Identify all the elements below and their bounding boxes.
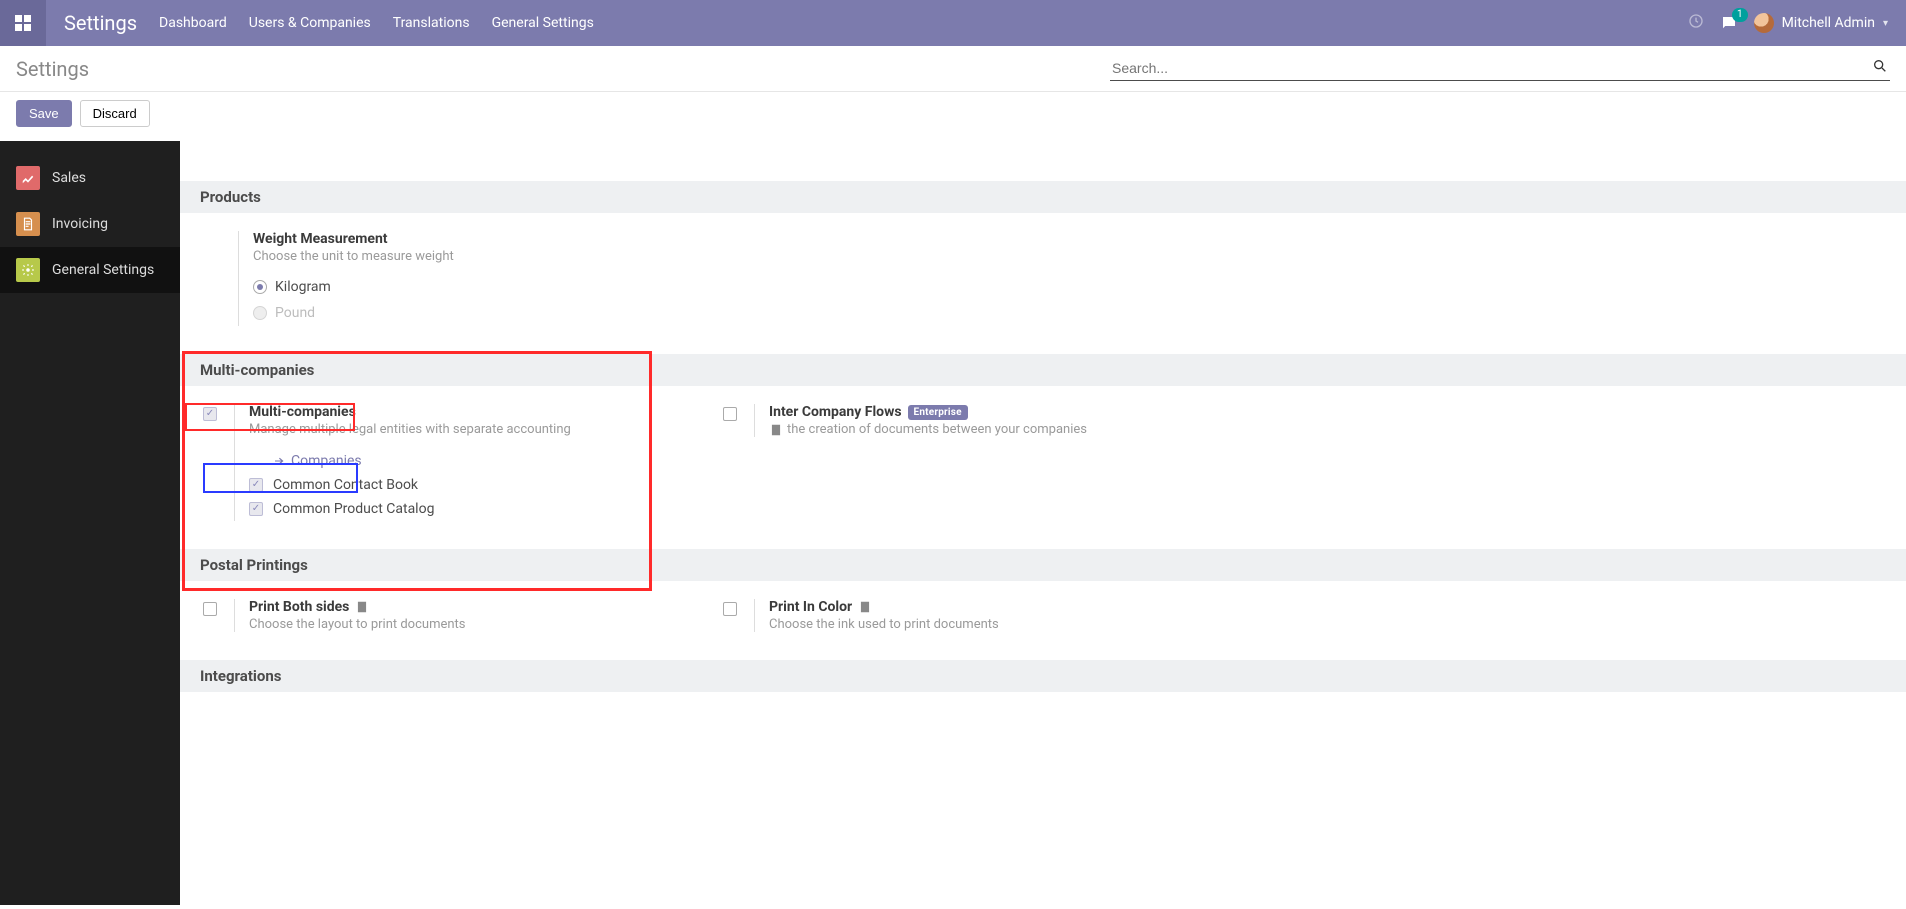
section-header-products: Products	[180, 181, 1906, 213]
control-bar: Settings	[0, 46, 1906, 92]
arrow-right-icon	[273, 455, 285, 467]
section-header-multi: Multi-companies	[180, 354, 1906, 386]
inter-company-desc: the creation of documents between your c…	[787, 422, 1087, 437]
chat-badge: 1	[1732, 8, 1748, 22]
settings-sidebar: Sales Invoicing General Settings	[0, 141, 180, 905]
app-name: Settings	[46, 11, 155, 35]
main-layout: Sales Invoicing General Settings Product…	[0, 141, 1906, 905]
sidebar-item-general-settings[interactable]: General Settings	[0, 247, 180, 293]
checkbox-multi-companies[interactable]	[203, 407, 217, 421]
enterprise-badge: Enterprise	[908, 405, 968, 420]
print-color-title: Print In Color	[769, 599, 852, 615]
page-title: Settings	[16, 57, 89, 81]
button-row: Save Discard	[0, 92, 1906, 141]
apps-icon	[15, 15, 31, 31]
companies-link-label: Companies	[291, 453, 362, 469]
print-color-desc: Choose the ink used to print documents	[769, 617, 1200, 632]
invoicing-icon	[16, 212, 40, 236]
apps-button[interactable]	[0, 0, 46, 46]
discard-button[interactable]: Discard	[80, 100, 150, 127]
radio-pound[interactable]: Pound	[253, 300, 1886, 326]
menu-general-settings[interactable]: General Settings	[492, 15, 594, 31]
multi-companies-desc: Manage multiple legal entities with sepa…	[249, 422, 680, 437]
sidebar-item-label: General Settings	[52, 262, 154, 278]
checkbox-common-contact[interactable]	[249, 478, 263, 492]
print-both-desc: Choose the layout to print documents	[249, 617, 680, 632]
multi-companies-title: Multi-companies	[249, 404, 680, 420]
menu-translations[interactable]: Translations	[393, 15, 470, 31]
building-icon	[769, 423, 783, 437]
checkbox-common-product[interactable]	[249, 502, 263, 516]
checkbox-inter-company[interactable]	[723, 407, 737, 421]
messaging-button[interactable]: 1	[1720, 14, 1738, 32]
radio-dot-icon	[253, 306, 267, 320]
radio-dot-icon	[253, 280, 267, 294]
top-nav: Settings Dashboard Users & Companies Tra…	[0, 0, 1906, 46]
search-input[interactable]	[1110, 56, 1890, 80]
section-header-postal: Postal Printings	[180, 549, 1906, 581]
weight-title: Weight Measurement	[253, 231, 1886, 247]
search-wrap	[1110, 56, 1890, 81]
checkbox-print-color[interactable]	[723, 602, 737, 616]
weight-desc: Choose the unit to measure weight	[253, 249, 1886, 264]
checkbox-print-both[interactable]	[203, 602, 217, 616]
sidebar-item-label: Invoicing	[52, 216, 108, 232]
building-icon	[858, 600, 872, 614]
inter-company-title: Inter Company Flows	[769, 404, 902, 420]
top-menu: Dashboard Users & Companies Translations…	[159, 15, 594, 31]
radio-label: Pound	[275, 305, 315, 321]
section-header-integrations: Integrations	[180, 660, 1906, 692]
building-icon	[355, 600, 369, 614]
avatar	[1754, 13, 1774, 33]
menu-dashboard[interactable]: Dashboard	[159, 15, 227, 31]
sales-icon	[16, 166, 40, 190]
common-product-label: Common Product Catalog	[273, 501, 434, 517]
user-menu[interactable]: Mitchell Admin ▾	[1754, 13, 1888, 33]
sidebar-item-sales[interactable]: Sales	[0, 155, 180, 201]
gear-icon	[16, 258, 40, 282]
caret-down-icon: ▾	[1883, 18, 1888, 29]
user-name: Mitchell Admin	[1782, 15, 1875, 31]
search-icon[interactable]	[1872, 58, 1888, 78]
activity-icon[interactable]	[1688, 13, 1704, 33]
save-button[interactable]: Save	[16, 100, 72, 127]
radio-label: Kilogram	[275, 279, 331, 295]
print-both-title: Print Both sides	[249, 599, 349, 615]
sidebar-item-label: Sales	[52, 170, 86, 186]
content: Products Weight Measurement Choose the u…	[180, 141, 1906, 905]
menu-users-companies[interactable]: Users & Companies	[249, 15, 371, 31]
common-contact-label: Common Contact Book	[273, 477, 418, 493]
sidebar-item-invoicing[interactable]: Invoicing	[0, 201, 180, 247]
companies-link[interactable]: Companies	[273, 453, 362, 469]
radio-kilogram[interactable]: Kilogram	[253, 274, 1886, 300]
